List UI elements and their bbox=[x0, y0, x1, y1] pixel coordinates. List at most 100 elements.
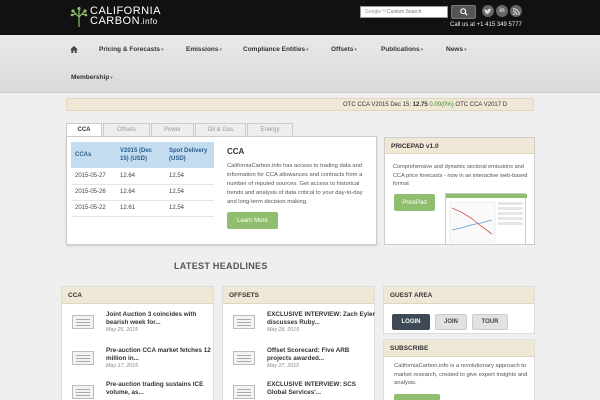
search-input[interactable]: Google™ Custom Search bbox=[360, 6, 448, 18]
tree-logo-icon bbox=[70, 6, 88, 27]
table-cell: 12.54 bbox=[165, 200, 214, 217]
news-date: May 17, 2015 bbox=[106, 363, 139, 369]
column-header: Spot Delivery (USD) bbox=[165, 142, 214, 168]
nav-emissions-label: Emissions bbox=[186, 46, 219, 53]
nav-news-label: News bbox=[446, 46, 463, 53]
twitter-icon[interactable] bbox=[482, 5, 494, 17]
nav-pricing-forecasts-label: Pricing & Forecasts bbox=[99, 46, 161, 53]
logo-line2: CARBON.info bbox=[90, 16, 161, 27]
list-item[interactable]: EXCLUSIVE INTERVIEW: SCS Global Services… bbox=[233, 381, 373, 400]
login-button[interactable]: LOGIN bbox=[392, 314, 430, 330]
join-button[interactable]: JOIN bbox=[435, 314, 467, 330]
news-panel-title: OFFSETS bbox=[223, 287, 374, 304]
guest-area-panel: GUEST AREA LOGIN JOIN TOUR bbox=[383, 286, 535, 334]
table-header-row: CCAs V2015 (Dec 15) (USD) Spot Delivery … bbox=[71, 142, 214, 168]
news-title[interactable]: EXCLUSIVE INTERVIEW: SCS Global Services… bbox=[267, 381, 375, 397]
news-date: May 28, 2015 bbox=[267, 327, 300, 333]
main-nav: Pricing & Forecasts▾ Emissions▾ Complian… bbox=[0, 35, 600, 93]
top-header: CALIFORNIA CARBON.info Google™ Custom Se… bbox=[0, 0, 600, 35]
chevron-down-icon: ▾ bbox=[161, 47, 164, 53]
news-thumbnail-icon bbox=[72, 385, 94, 399]
tab-power[interactable]: Power bbox=[151, 123, 194, 136]
news-date: May 27, 2015 bbox=[267, 363, 300, 369]
table-cell: 12.64 bbox=[116, 184, 165, 201]
tab-cca[interactable]: CCA bbox=[66, 123, 102, 136]
table-cell: 2015-05-22 bbox=[71, 200, 116, 217]
chevron-down-icon: ▾ bbox=[219, 47, 223, 53]
table-cell: 12.61 bbox=[116, 200, 165, 217]
search-icon bbox=[459, 8, 468, 16]
news-panel-title: CCA bbox=[62, 287, 213, 304]
search-button[interactable] bbox=[451, 5, 476, 19]
list-item[interactable]: EXCLUSIVE INTERVIEW: Zach Eyler discusse… bbox=[233, 311, 375, 335]
linkedin-icon[interactable]: in bbox=[496, 5, 508, 17]
pricepad-description: Comprehensive and dynamic sectoral emiss… bbox=[393, 164, 528, 187]
nav-offsets-label: Offsets bbox=[331, 46, 354, 53]
tab-energy[interactable]: Energy bbox=[247, 123, 293, 136]
nav-membership[interactable]: Membership▾ bbox=[71, 74, 113, 81]
price-ticker: OTC CCA V2015 Dec 15: 12.75 0.00(0%) OTC… bbox=[66, 98, 534, 111]
table-cell: 12.54 bbox=[165, 184, 214, 201]
tab-offsets[interactable]: Offsets bbox=[103, 123, 150, 136]
nav-offsets[interactable]: Offsets▾ bbox=[331, 46, 357, 53]
cca-info-description: CaliforniaCarbon.info has access to trad… bbox=[227, 163, 363, 205]
chevron-down-icon: ▾ bbox=[463, 47, 467, 53]
cca-panel: CCAs V2015 (Dec 15) (USD) Spot Delivery … bbox=[66, 136, 377, 245]
news-thumbnail-icon bbox=[72, 351, 94, 365]
search-placeholder: Custom Search bbox=[387, 9, 422, 15]
nav-pricing-forecasts[interactable]: Pricing & Forecasts▾ bbox=[99, 46, 164, 53]
guest-area-title: GUEST AREA bbox=[384, 287, 534, 304]
list-item[interactable]: Pre-auction trading sustains ICE volume,… bbox=[72, 381, 212, 400]
chevron-down-icon: ▾ bbox=[306, 47, 309, 53]
news-thumbnail-icon bbox=[72, 315, 94, 329]
news-title[interactable]: EXCLUSIVE INTERVIEW: Zach Eyler discusse… bbox=[267, 311, 375, 327]
news-thumbnail-icon bbox=[233, 351, 255, 365]
news-title[interactable]: Pre-auction CCA market fetches 12 millio… bbox=[106, 347, 214, 363]
logo-text: CALIFORNIA CARBON.info bbox=[90, 6, 161, 27]
site-logo[interactable]: CALIFORNIA CARBON.info bbox=[70, 6, 161, 27]
call-us-text: Call us at +1 415 349 5777 bbox=[450, 22, 522, 28]
tour-button[interactable]: TOUR bbox=[472, 314, 508, 330]
subscribe-panel: SUBSCRIBE CaliforniaCarbon.info is a rev… bbox=[383, 339, 535, 400]
nav-publications[interactable]: Publications▾ bbox=[381, 46, 423, 53]
news-title[interactable]: Joint Auction 3 coincides with bearish w… bbox=[106, 311, 214, 327]
table-cell: 12.54 bbox=[165, 168, 214, 185]
table-row: 2015-05-22 12.61 12.54 bbox=[71, 200, 214, 217]
news-title[interactable]: Offset Scorecard: Five ARB projects awar… bbox=[267, 347, 375, 363]
subscribe-title: SUBSCRIBE bbox=[384, 340, 534, 357]
nav-publications-label: Publications bbox=[381, 46, 420, 53]
ticker-suffix: OTC CCA V2017 D bbox=[453, 102, 508, 108]
pricepad-panel: PRICEPAD v1.0 Comprehensive and dynamic … bbox=[384, 137, 535, 245]
news-title[interactable]: Pre-auction trading sustains ICE volume,… bbox=[106, 381, 214, 397]
pricepad-button[interactable]: PricePad bbox=[394, 194, 435, 211]
news-thumbnail-icon bbox=[233, 315, 255, 329]
nav-membership-label: Membership bbox=[71, 74, 110, 81]
tab-oil-gas[interactable]: Oil & Gas bbox=[195, 123, 246, 136]
ticker-change: 0.00(0%) bbox=[429, 102, 454, 108]
list-item[interactable]: Offset Scorecard: Five ARB projects awar… bbox=[233, 347, 373, 371]
nav-compliance-entities-label: Compliance Entities bbox=[243, 46, 306, 53]
home-icon[interactable] bbox=[70, 46, 78, 53]
rss-icon[interactable] bbox=[510, 5, 522, 17]
column-header: V2015 (Dec 15) (USD) bbox=[116, 142, 165, 168]
column-header: CCAs bbox=[71, 142, 116, 168]
nav-news[interactable]: News▾ bbox=[446, 46, 467, 53]
pricepad-preview-image[interactable] bbox=[445, 193, 527, 245]
chevron-down-icon: ▾ bbox=[420, 47, 424, 53]
learn-more-button[interactable]: Learn More bbox=[227, 212, 278, 229]
subscribe-button[interactable] bbox=[394, 394, 440, 400]
nav-emissions[interactable]: Emissions▾ bbox=[186, 46, 222, 53]
table-cell: 12.64 bbox=[116, 168, 165, 185]
search-brand: Google™ bbox=[365, 9, 387, 15]
news-thumbnail-icon bbox=[233, 385, 255, 399]
news-date: May 25, 2015 bbox=[106, 327, 139, 333]
news-panel-cca: CCA Joint Auction 3 coincides with beari… bbox=[61, 286, 214, 400]
table-cell: 2015-05-27 bbox=[71, 168, 116, 185]
pricepad-chart-icon bbox=[446, 194, 527, 243]
latest-headlines-title: LATEST HEADLINES bbox=[174, 261, 268, 271]
list-item[interactable]: Pre-auction CCA market fetches 12 millio… bbox=[72, 347, 212, 371]
table-row: 2015-05-27 12.64 12.54 bbox=[71, 168, 214, 185]
nav-compliance-entities[interactable]: Compliance Entities▾ bbox=[243, 46, 309, 53]
list-item[interactable]: Joint Auction 3 coincides with bearish w… bbox=[72, 311, 212, 335]
subscribe-description: CaliforniaCarbon.info is a revolutionary… bbox=[394, 363, 528, 386]
